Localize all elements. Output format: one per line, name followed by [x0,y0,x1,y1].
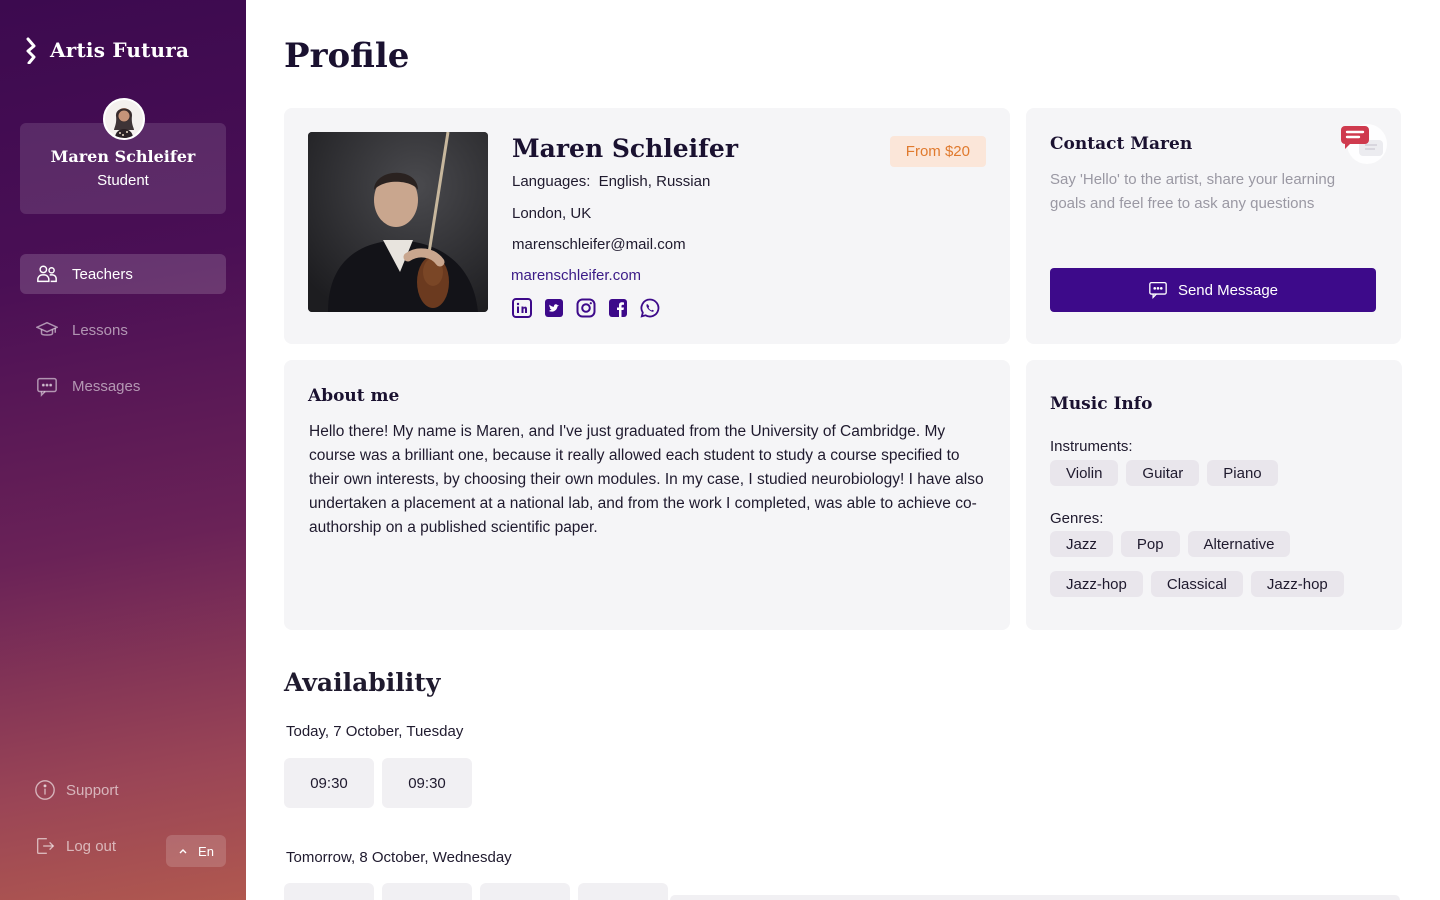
send-message-label: Send Message [1177,281,1279,299]
brand-name: Artis Futura [50,38,190,62]
contact-description: Say 'Hello' to the artist, share your le… [1050,171,1336,212]
language-selector[interactable]: En [166,835,226,867]
genre-tag: Jazz-hop [1050,571,1143,597]
nav-item-messages[interactable]: Messages [20,366,226,406]
genres-label: Genres: [1050,510,1104,527]
instruments-label: Instruments: [1050,438,1133,455]
time-slots-tomorrow [284,883,668,900]
genre-tag: Pop [1120,531,1180,557]
brand-logo-icon [26,37,36,64]
sidebar: Artis Futura Maren Schleifer Student Tea… [0,0,246,900]
social-links [512,298,660,318]
nav-item-teachers[interactable]: Teachers [20,254,226,294]
about-text: Hello there! My name is Maren, and I've … [309,423,984,536]
contact-card: Contact Maren Say 'Hello' to the artist,… [1026,108,1401,344]
message-icon [37,377,57,397]
facebook-icon[interactable] [608,298,628,318]
time-slot-button[interactable] [382,883,472,900]
time-slot-button[interactable] [578,883,668,900]
user-card[interactable]: Maren Schleifer Student [20,98,226,214]
user-role: Student [97,172,149,189]
genre-tag: Jazz-hop [1250,571,1344,597]
languages-label: Languages: [512,173,591,190]
day-label-today: Today, 7 October, Tuesday [286,723,464,740]
logout-label: Log out [66,837,117,855]
nav-item-lessons[interactable]: Lessons [20,310,226,350]
instagram-icon[interactable] [576,298,596,318]
chevron-up-icon [179,849,187,854]
nav-label-teachers: Teachers [72,265,133,283]
music-info-card: Music Info Instruments: Violin Guitar Pi… [1026,360,1402,630]
support-link[interactable]: Support [34,779,226,801]
send-message-button[interactable]: Send Message [1050,268,1376,312]
location: London, UK [512,205,592,222]
website-link[interactable]: marenschleifer.com [511,267,641,284]
about-title: About me [308,386,400,406]
time-slot-button[interactable]: 09:30 [382,758,472,808]
logout-icon [36,837,55,855]
language-label: En [198,843,214,859]
logout-link[interactable]: Log out [34,835,154,857]
music-info-title: Music Info [1050,394,1153,414]
genre-tag: Classical [1150,571,1243,597]
avatar [103,98,145,140]
time-slots-today: 09:30 09:30 [284,758,472,808]
support-label: Support [66,781,119,799]
main-nav: Teachers Lessons Messages [20,254,226,422]
instrument-tag: Piano [1207,460,1278,486]
languages-row: Languages: English, Russian [512,173,710,190]
time-slot-button[interactable] [284,883,374,900]
chat-bubbles-icon [1341,124,1387,164]
graduation-cap-icon [36,321,58,336]
page-title: Profile [284,36,410,76]
info-icon [35,780,55,800]
instruments-list: Violin Guitar Piano [1050,460,1380,486]
profile-photo [308,132,488,312]
genres-list: Jazz Pop Alternative Jazz-hop Classical … [1050,531,1380,597]
twitter-icon[interactable] [544,298,564,318]
contact-title: Contact Maren [1050,134,1193,154]
instrument-tag: Guitar [1126,460,1200,486]
linkedin-icon[interactable] [512,298,532,318]
brand[interactable]: Artis Futura [24,36,189,64]
languages-value: English, Russian [598,173,711,190]
day-label-tomorrow: Tomorrow, 8 October, Wednesday [286,849,512,866]
time-slot-button[interactable] [480,883,570,900]
user-name: Maren Schleifer [50,147,196,166]
genre-tag: Alternative [1187,531,1291,557]
email[interactable]: marenschleifer@mail.com [512,236,686,253]
whatsapp-icon[interactable] [640,298,660,318]
message-icon [1149,281,1167,299]
availability-title: Availability [284,668,441,697]
time-slot-button[interactable]: 09:30 [284,758,374,808]
profile-card: Maren Schleifer From $20 Languages: Engl… [284,108,1010,344]
slot-row-background [670,895,1400,900]
users-icon [37,265,57,283]
about-card: About me Hello there! My name is Maren, … [284,360,1010,630]
profile-name: Maren Schleifer [512,134,739,163]
genre-tag: Jazz [1050,531,1113,557]
price-badge: From $20 [889,136,986,167]
nav-label-messages: Messages [72,377,141,395]
instrument-tag: Violin [1050,460,1119,486]
nav-label-lessons: Lessons [72,321,128,339]
